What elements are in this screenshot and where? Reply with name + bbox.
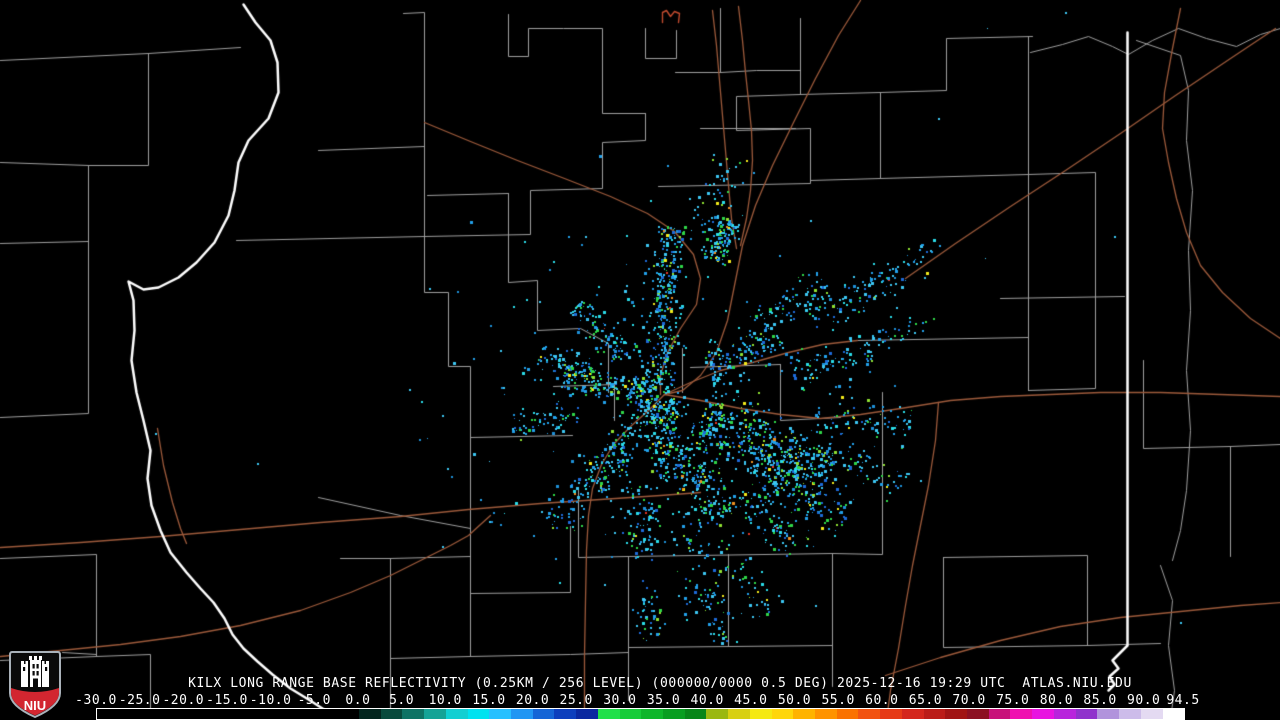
- legend-title: KILX LONG RANGE BASE REFLECTIVITY (0.25K…: [188, 676, 1132, 691]
- colorbar-segment: [749, 709, 772, 719]
- colorbar-segment: [467, 709, 490, 719]
- colorbar-segment: [1162, 709, 1185, 719]
- scale-label: 35.0: [646, 693, 681, 708]
- colorbar-segment: [510, 709, 533, 719]
- colorbar-segment: [1119, 709, 1141, 719]
- colorbar-segment: [532, 709, 555, 719]
- colorbar-segment: [793, 709, 816, 719]
- scale-label: 60.0: [865, 693, 899, 708]
- colorbar-segment: [923, 709, 946, 719]
- scale-label: -5.0: [297, 693, 331, 708]
- scale-label: -10.0: [249, 693, 292, 708]
- scale-label: 65.0: [908, 693, 943, 708]
- colorbar-negative-segment: [97, 709, 359, 719]
- scale-label: 30.0: [603, 693, 637, 708]
- colorbar-segment: [358, 709, 381, 719]
- scale-label: 15.0: [472, 693, 506, 708]
- colorbar-segment: [619, 709, 642, 719]
- colorbar-segment: [945, 709, 968, 719]
- scale-label: 50.0: [777, 693, 812, 708]
- scale-label: 5.0: [389, 693, 415, 708]
- colorbar-segment: [489, 709, 511, 719]
- scale-label: -20.0: [162, 693, 205, 708]
- radar-map-canvas: [0, 0, 1280, 720]
- colorbar-segment: [858, 709, 881, 719]
- colorbar-segment: [728, 709, 750, 719]
- colorbar-segment: [1032, 709, 1054, 719]
- colorbar-segment: [880, 709, 902, 719]
- colorbar-segment: [576, 709, 598, 719]
- colorbar-segment: [597, 709, 620, 719]
- colorbar-segment: [380, 709, 403, 719]
- scale-label: 0.0: [345, 693, 371, 708]
- scale-label: 25.0: [559, 693, 593, 708]
- scale-label: 90.0: [1127, 693, 1161, 708]
- colorbar-segment: [1140, 709, 1163, 719]
- colorbar-segment: [901, 709, 924, 719]
- scale-label: 55.0: [821, 693, 855, 708]
- colorbar-segment: [402, 709, 425, 719]
- scale-label: 75.0: [996, 693, 1030, 708]
- scale-label: -30.0: [75, 693, 117, 708]
- colorbar-segment: [1075, 709, 1098, 719]
- colorbar-segment: [684, 709, 707, 719]
- colorbar-segment: [1053, 709, 1076, 719]
- colorbar-segment: [445, 709, 468, 719]
- colorbar-segment: [967, 709, 989, 719]
- scale-label: 40.0: [690, 693, 724, 708]
- colorbar-segment: [836, 709, 859, 719]
- colorbar-segment: [641, 709, 663, 719]
- colorbar-segment: [815, 709, 837, 719]
- scale-label: 94.5: [1166, 693, 1200, 708]
- colorbar-segment: [554, 709, 577, 719]
- scale-label: 10.0: [428, 693, 462, 708]
- colorbar-segment: [662, 709, 685, 719]
- scale-label: 20.0: [515, 693, 550, 708]
- scale-label: 70.0: [952, 693, 986, 708]
- niu-logo-text: NIU: [24, 698, 46, 713]
- scale-label: -25.0: [118, 693, 161, 708]
- colorbar-segment: [1097, 709, 1120, 719]
- colorbar: [96, 708, 1185, 720]
- scale-label: 80.0: [1039, 693, 1074, 708]
- radar-viewer: KILX LONG RANGE BASE REFLECTIVITY (0.25K…: [0, 0, 1280, 720]
- niu-logo: NIU: [9, 651, 61, 719]
- scale-labels: -30.0 -25.0 -20.0 -15.0 -10.0 -5.0 0.0 5.0 10.0 1…: [0, 693, 1280, 708]
- colorbar-segment: [706, 709, 729, 719]
- colorbar-segment: [771, 709, 794, 719]
- scale-label: -15.0: [206, 693, 248, 708]
- colorbar-segment: [988, 709, 1011, 719]
- colorbar-segment: [424, 709, 446, 719]
- scale-label: 45.0: [734, 693, 768, 708]
- colorbar-segment: [1010, 709, 1033, 719]
- scale-label: 85.0: [1083, 693, 1117, 708]
